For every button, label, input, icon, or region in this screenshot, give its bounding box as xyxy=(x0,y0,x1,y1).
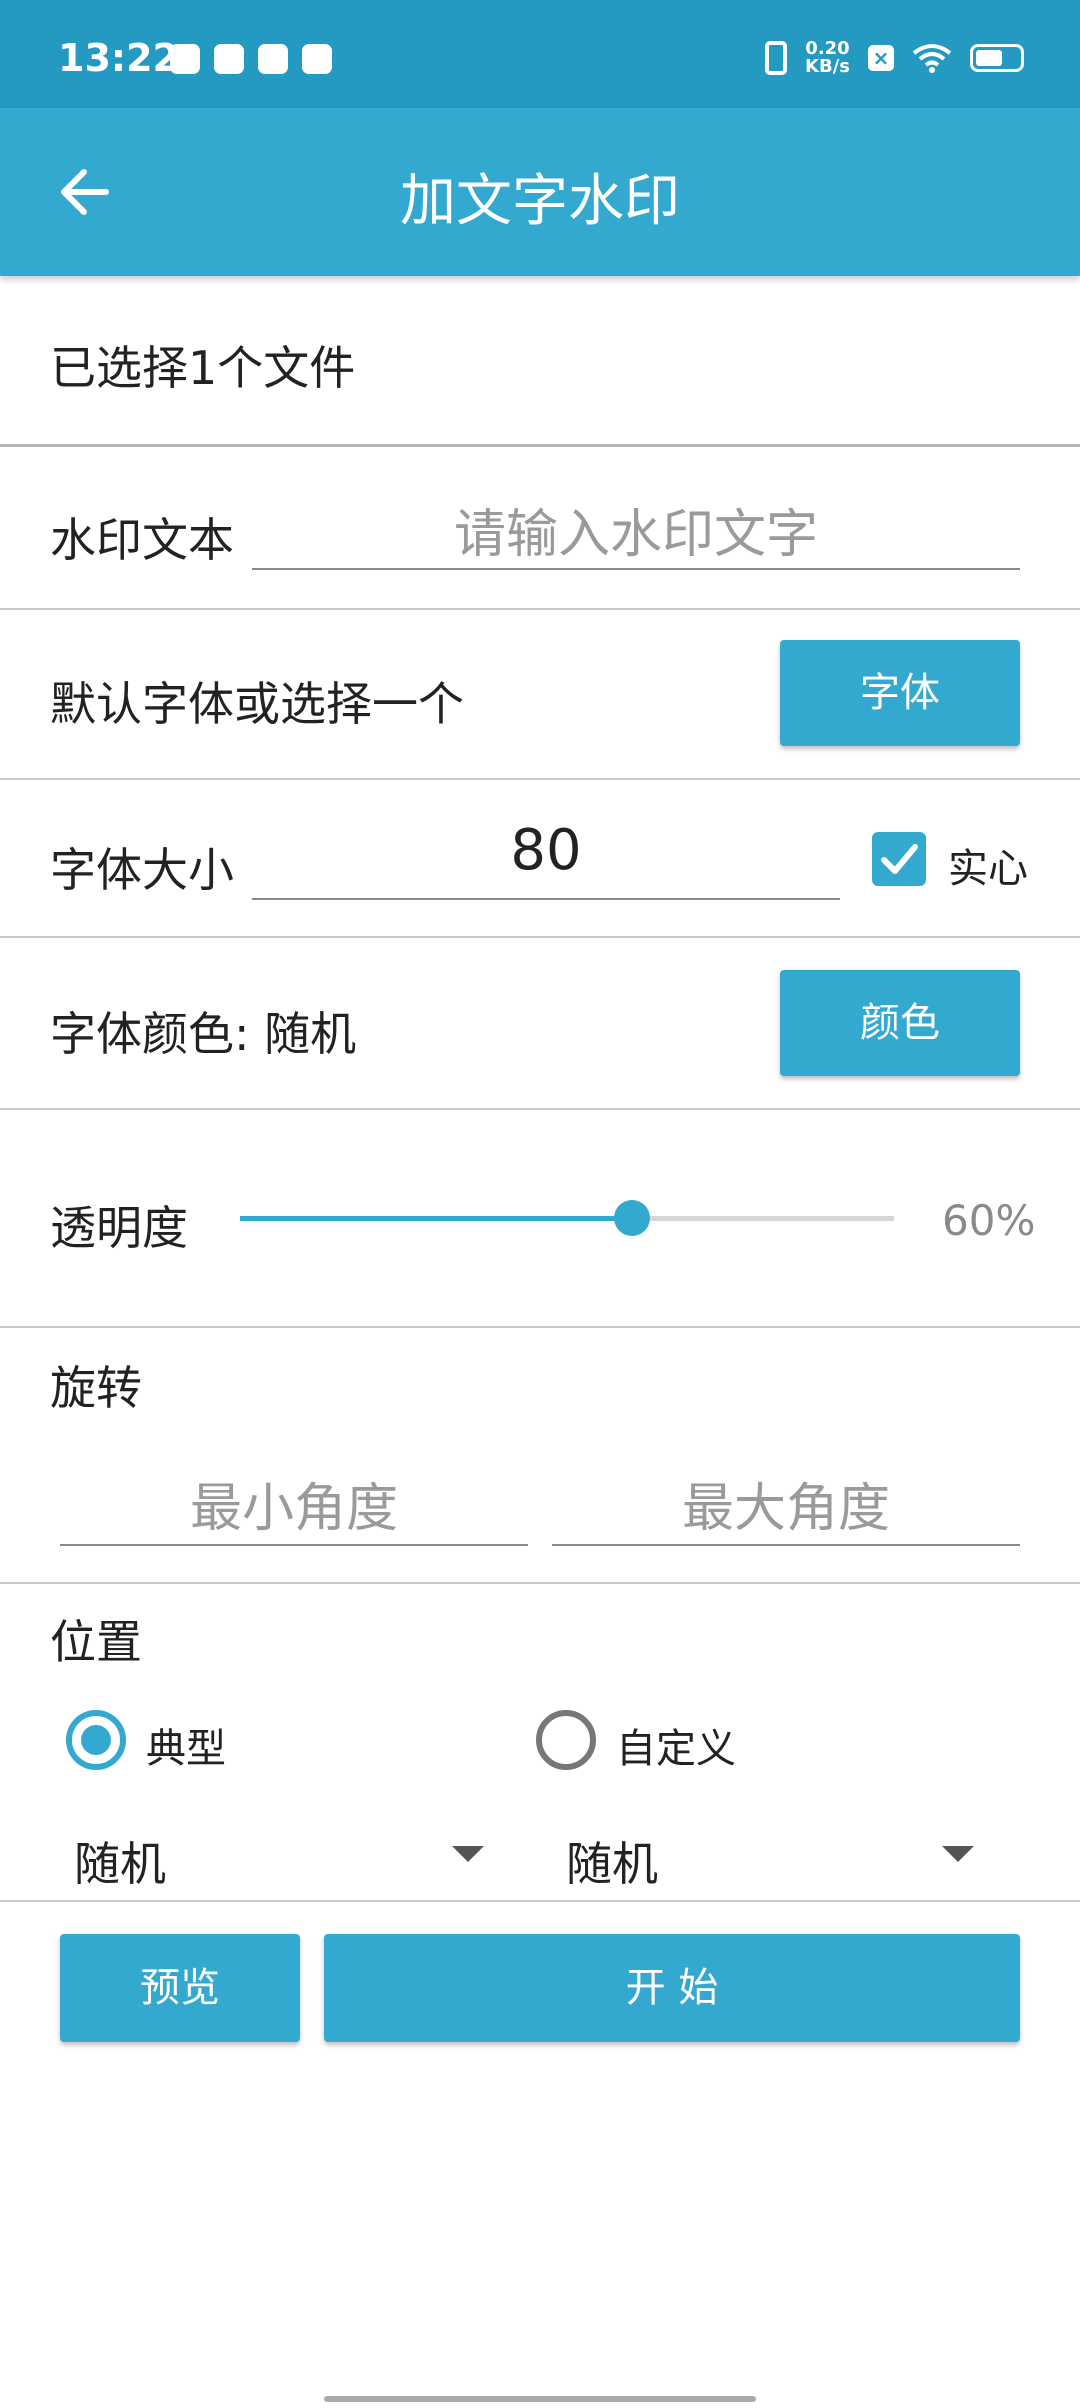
opacity-slider[interactable] xyxy=(240,1216,894,1221)
selected-files-text: 已选择1个文件 xyxy=(50,341,356,395)
cat-notification-icon xyxy=(214,44,244,74)
font-label: 默认字体或选择一个 xyxy=(50,677,464,731)
max-angle-placeholder: 最大角度 xyxy=(681,1479,890,1539)
store-notification-icon xyxy=(258,44,288,74)
network-speed: 0.20 KB/s xyxy=(805,40,850,76)
font-size-label: 字体大小 xyxy=(50,843,234,897)
color-button[interactable]: 颜色 xyxy=(780,970,1020,1076)
shop-notification-icon xyxy=(302,44,332,74)
divider xyxy=(0,1108,1080,1110)
position-label: 位置 xyxy=(50,1615,142,1669)
start-button[interactable]: 开 始 xyxy=(324,1934,1020,2042)
check-icon xyxy=(881,844,918,874)
notification-icons xyxy=(170,44,332,74)
network-speed-unit: KB/s xyxy=(805,56,850,77)
watermark-text-label: 水印文本 xyxy=(50,513,234,567)
font-button[interactable]: 字体 xyxy=(780,640,1020,746)
divider xyxy=(0,1900,1080,1902)
dropdown-left-value: 随机 xyxy=(74,1837,166,1891)
watermark-text-placeholder: 请输入水印文字 xyxy=(453,505,818,565)
font-size-input[interactable]: 80 xyxy=(252,818,840,900)
divider xyxy=(0,608,1080,610)
solid-label: 实心 xyxy=(948,846,1028,892)
radio-custom[interactable] xyxy=(536,1710,596,1770)
chevron-down-icon xyxy=(942,1846,974,1862)
opacity-slider-thumb[interactable] xyxy=(614,1200,651,1236)
status-time: 13:22 xyxy=(58,36,179,80)
no-sim-icon: × xyxy=(868,45,894,71)
battery-icon xyxy=(970,44,1024,72)
gesture-navigation-bar[interactable] xyxy=(324,2396,756,2402)
status-right-icons: 0.20 KB/s × xyxy=(765,40,1024,76)
app-bar: 加文字水印 xyxy=(0,108,1080,276)
rotation-label: 旋转 xyxy=(50,1361,142,1415)
position-dropdown-right[interactable]: 随机 xyxy=(552,1800,992,1900)
position-dropdown-left[interactable]: 随机 xyxy=(60,1800,500,1900)
opacity-slider-fill xyxy=(240,1216,633,1221)
divider xyxy=(0,778,1080,780)
divider xyxy=(0,1582,1080,1584)
opacity-value: 60% xyxy=(942,1196,1036,1245)
page-title: 加文字水印 xyxy=(400,169,680,234)
chevron-down-icon xyxy=(452,1846,484,1862)
dropdown-right-value: 随机 xyxy=(566,1837,658,1891)
status-bar: 13:22 0.20 KB/s × xyxy=(0,0,1080,108)
radio-typical[interactable] xyxy=(66,1710,126,1770)
divider xyxy=(0,936,1080,938)
max-angle-input[interactable]: 最大角度 xyxy=(552,1466,1020,1546)
divider xyxy=(0,444,1080,447)
watermark-text-input[interactable]: 请输入水印文字 xyxy=(252,492,1020,570)
font-color-label: 字体颜色: 随机 xyxy=(50,1007,357,1061)
vibrate-icon xyxy=(765,41,788,75)
radio-typical-label: 典型 xyxy=(146,1726,226,1772)
font-size-value: 80 xyxy=(510,818,582,883)
min-angle-placeholder: 最小角度 xyxy=(189,1479,398,1539)
wifi-icon xyxy=(912,44,952,73)
app-notification-icon xyxy=(170,44,200,74)
divider xyxy=(0,1326,1080,1328)
radio-custom-label: 自定义 xyxy=(616,1726,736,1772)
opacity-label: 透明度 xyxy=(50,1201,188,1255)
solid-checkbox[interactable] xyxy=(872,832,926,886)
preview-button[interactable]: 预览 xyxy=(60,1934,300,2042)
min-angle-input[interactable]: 最小角度 xyxy=(60,1466,528,1546)
